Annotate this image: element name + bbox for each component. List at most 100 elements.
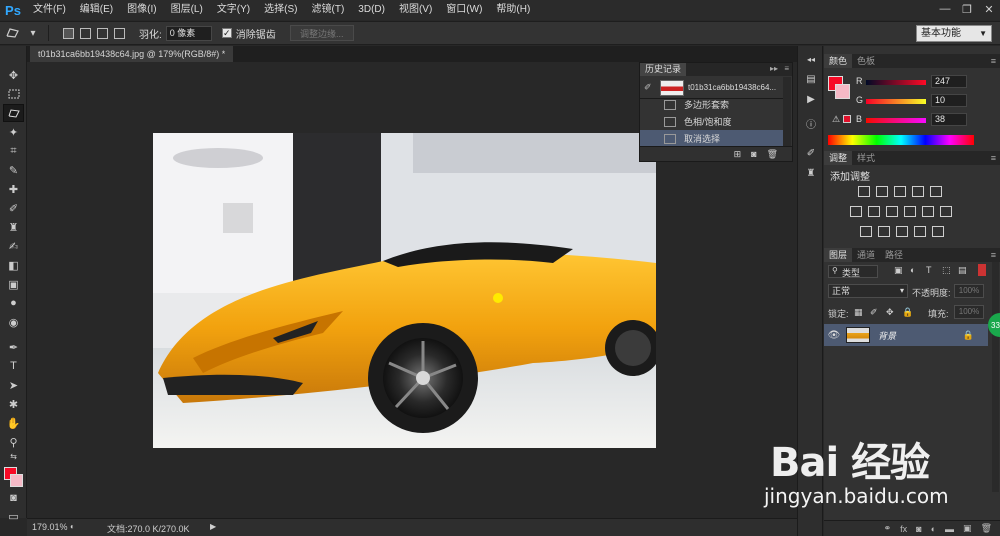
menu-help[interactable]: 帮助(H) <box>489 0 537 20</box>
magic-wand-tool-icon[interactable]: ✦ <box>3 123 24 141</box>
background-color-swatch[interactable] <box>835 84 850 99</box>
new-adjustment-layer-icon[interactable]: ◐ <box>931 524 936 534</box>
intersect-selection-mode-button[interactable] <box>114 27 125 39</box>
close-button[interactable]: ✕ <box>978 0 1000 18</box>
status-info-icon[interactable]: ◐ <box>70 522 75 531</box>
new-document-from-state-icon[interactable]: ⊞ <box>734 149 742 160</box>
panel-menu-icon[interactable]: ≡ <box>784 64 789 73</box>
menu-3d[interactable]: 3D(D) <box>351 0 392 20</box>
history-brush-tool-icon[interactable]: ✍ <box>3 237 24 255</box>
brush-tool-icon[interactable]: ✐ <box>3 199 24 217</box>
g-value-input[interactable]: 10 <box>931 94 967 107</box>
polygon-lasso-icon[interactable] <box>6 26 20 40</box>
history-item-selected[interactable]: 取消选择 <box>640 130 784 147</box>
g-slider[interactable] <box>866 99 926 104</box>
history-panel-icon[interactable]: ▤ <box>804 72 818 86</box>
lock-transparent-icon[interactable]: ▦ <box>854 307 863 318</box>
tab-layers[interactable]: 图层 <box>824 248 853 262</box>
collapse-icon[interactable]: ▸▸ <box>770 64 778 73</box>
fill-input[interactable]: 100% <box>954 305 984 319</box>
menu-filter[interactable]: 滤镜(T) <box>305 0 352 20</box>
menu-image[interactable]: 图像(I) <box>120 0 163 20</box>
history-scrollbar[interactable] <box>783 77 791 147</box>
layers-scrollbar[interactable] <box>992 262 999 492</box>
trash-icon[interactable]: 🗑 <box>767 149 778 160</box>
info-panel-icon[interactable]: ⓘ <box>804 116 818 131</box>
hand-tool-icon[interactable]: ✋ <box>3 414 24 432</box>
menu-window[interactable]: 窗口(W) <box>439 0 489 20</box>
levels-icon[interactable] <box>876 186 888 197</box>
tab-channels[interactable]: 通道 <box>852 248 880 262</box>
restore-button[interactable]: ❐ <box>956 0 978 18</box>
black-white-icon[interactable] <box>886 206 898 217</box>
layer-filter-select[interactable]: ⚲ 类型 <box>828 265 878 278</box>
lock-all-icon[interactable]: 🔒 <box>902 307 913 318</box>
document-tab[interactable]: t01b31ca6bb19438c64.jpg @ 179%(RGB/8#) * <box>30 46 234 62</box>
exposure-icon[interactable] <box>912 186 924 197</box>
hue-saturation-icon[interactable] <box>850 206 862 217</box>
lock-position-icon[interactable]: ✥ <box>886 307 894 318</box>
tab-adjustments[interactable]: 调整 <box>824 151 853 165</box>
actions-panel-icon[interactable]: ▶ <box>804 92 818 106</box>
layer-style-icon[interactable]: fx <box>900 524 907 534</box>
link-layers-icon[interactable]: ⚭ <box>884 523 892 534</box>
dodge-tool-icon[interactable]: ◉ <box>3 313 24 331</box>
add-mask-icon[interactable]: ◙ <box>916 524 921 534</box>
document-image[interactable] <box>153 133 656 448</box>
new-selection-mode-button[interactable] <box>63 27 74 39</box>
layer-row-background[interactable]: 👁 背景 🔒 <box>824 324 988 346</box>
lock-pixels-icon[interactable]: ✐ <box>870 307 878 318</box>
tab-swatches[interactable]: 色板 <box>852 54 880 68</box>
tab-color[interactable]: 颜色 <box>824 54 853 68</box>
pen-tool-icon[interactable]: ✒ <box>3 338 24 356</box>
tab-styles[interactable]: 样式 <box>852 151 880 165</box>
warning-icon[interactable]: ⚠ <box>832 114 840 125</box>
refine-edge-button[interactable]: 调整边缘... <box>289 25 354 41</box>
selective-color-icon[interactable] <box>932 226 944 237</box>
chevron-right-icon[interactable]: ▶ <box>210 522 216 531</box>
panel-menu-icon[interactable]: ≡ <box>991 54 996 68</box>
gamut-swatch[interactable] <box>843 115 851 123</box>
new-layer-icon[interactable]: ▣ <box>963 523 972 534</box>
healing-brush-tool-icon[interactable]: ✚ <box>3 180 24 198</box>
r-slider[interactable] <box>866 80 926 85</box>
brush-panel-icon[interactable]: ✐ <box>804 146 818 160</box>
eraser-tool-icon[interactable]: ◧ <box>3 256 24 274</box>
color-balance-icon[interactable] <box>868 206 880 217</box>
threshold-icon[interactable] <box>896 226 908 237</box>
marquee-tool-icon[interactable] <box>3 85 24 103</box>
antialias-checkbox[interactable]: ✓ <box>221 28 232 38</box>
quick-mask-icon[interactable]: ◙ <box>3 489 24 507</box>
trash-icon[interactable]: 🗑 <box>981 523 992 534</box>
filter-adjustment-icon[interactable]: ◐ <box>910 265 915 275</box>
camera-icon[interactable]: ◙ <box>751 149 756 159</box>
path-selection-tool-icon[interactable]: ➤ <box>3 376 24 394</box>
gradient-map-icon[interactable] <box>914 226 926 237</box>
clone-source-icon[interactable]: ♜ <box>804 166 818 180</box>
filter-shape-icon[interactable]: ⬚ <box>942 265 951 276</box>
minimize-button[interactable]: — <box>934 0 956 18</box>
panel-menu-icon[interactable]: ≡ <box>991 151 996 165</box>
shape-tool-icon[interactable]: ✱ <box>3 395 24 413</box>
visibility-eye-icon[interactable]: 👁 <box>824 330 844 341</box>
b-slider[interactable] <box>866 118 926 123</box>
filter-smart-icon[interactable]: ▤ <box>958 265 967 276</box>
curves-icon[interactable] <box>894 186 906 197</box>
photo-filter-icon[interactable] <box>904 206 916 217</box>
menu-view[interactable]: 视图(V) <box>392 0 439 20</box>
filter-pixel-icon[interactable]: ▣ <box>894 265 903 276</box>
history-item[interactable]: 多边形套索 <box>640 96 784 113</box>
menu-layer[interactable]: 图层(L) <box>164 0 210 20</box>
add-selection-mode-button[interactable] <box>80 27 91 39</box>
feather-input[interactable]: 0 像素 <box>165 25 212 41</box>
filter-type-icon[interactable]: T <box>926 265 932 275</box>
posterize-icon[interactable] <box>878 226 890 237</box>
menu-edit[interactable]: 编辑(E) <box>73 0 120 20</box>
gradient-tool-icon[interactable]: ▣ <box>3 275 24 293</box>
tab-paths[interactable]: 路径 <box>880 248 908 262</box>
panel-menu-icon[interactable]: ≡ <box>991 248 996 262</box>
crop-tool-icon[interactable]: ⌗ <box>3 142 24 160</box>
subtract-selection-mode-button[interactable] <box>97 27 108 39</box>
collapse-icon[interactable]: ◂◂ <box>804 52 818 66</box>
menu-file[interactable]: 文件(F) <box>26 0 73 20</box>
